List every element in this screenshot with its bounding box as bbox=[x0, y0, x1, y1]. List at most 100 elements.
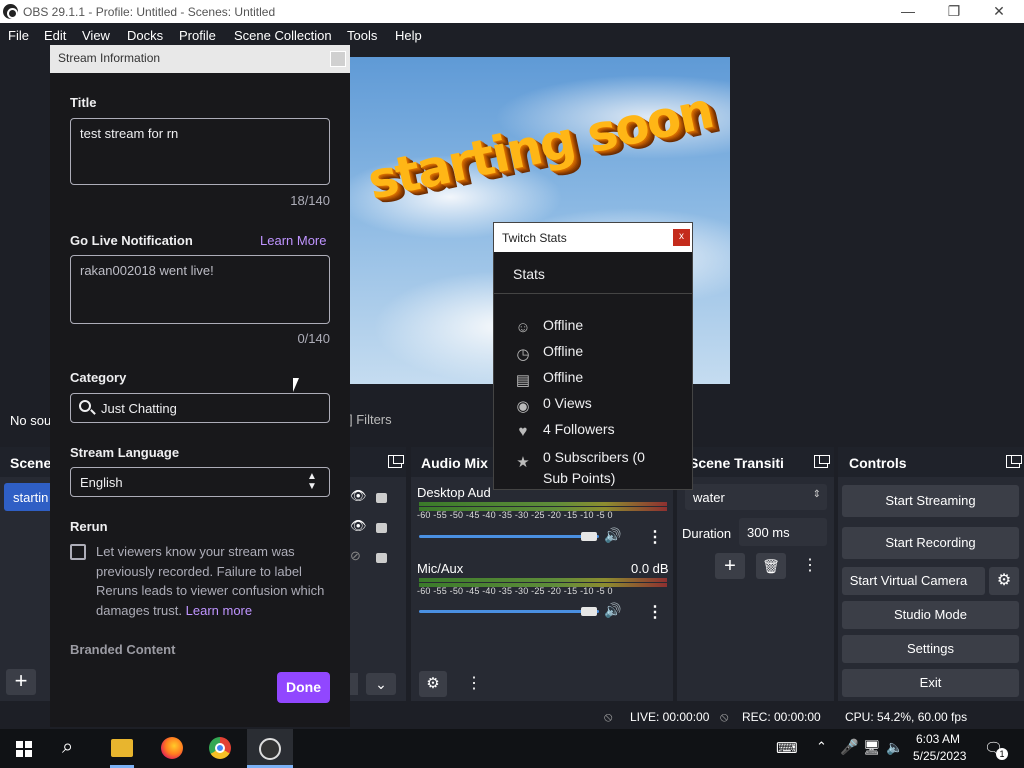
minimize-button[interactable]: — bbox=[885, 0, 931, 23]
title-input[interactable]: test stream for rn bbox=[70, 118, 330, 185]
gear-icon[interactable]: ⚙ bbox=[419, 671, 447, 697]
more-options-icon[interactable]: ⋮ bbox=[797, 553, 823, 579]
live-icon: ⦸ bbox=[604, 709, 613, 724]
stream-info-header: Stream Information bbox=[50, 45, 350, 73]
firefox-icon[interactable] bbox=[161, 737, 183, 759]
menu-help[interactable]: Help bbox=[395, 28, 422, 43]
filters-button[interactable]: ] Filters bbox=[349, 412, 392, 427]
rerun-learn-more-link[interactable]: Learn more bbox=[186, 603, 252, 618]
transition-value: water bbox=[693, 490, 725, 505]
speaker-icon[interactable]: 🔊 bbox=[604, 602, 621, 619]
go-live-notification-label: Go Live Notification bbox=[70, 233, 193, 248]
add-scene-button[interactable]: + bbox=[6, 669, 36, 695]
rerun-checkbox[interactable] bbox=[70, 544, 86, 560]
stream-language-value: English bbox=[80, 475, 123, 490]
menu-scene-collection[interactable]: Scene Collection bbox=[234, 28, 332, 43]
menu-profile[interactable]: Profile bbox=[179, 28, 216, 43]
start-streaming-button[interactable]: Start Streaming bbox=[842, 485, 1019, 517]
volume-icon[interactable]: 🔈 bbox=[886, 739, 903, 756]
meter-scale: -60 -55 -50 -45 -40 -35 -30 -25 -20 -15 … bbox=[417, 586, 613, 596]
volume-meter bbox=[419, 502, 667, 506]
search-icon[interactable]: ⌕ bbox=[62, 736, 73, 759]
chrome-icon[interactable] bbox=[209, 737, 231, 759]
float-icon[interactable] bbox=[1006, 454, 1022, 468]
close-button[interactable]: ✕ bbox=[976, 0, 1022, 23]
transition-select[interactable]: water ⇕ bbox=[685, 484, 827, 510]
menu-edit[interactable]: Edit bbox=[44, 28, 66, 43]
float-icon[interactable] bbox=[814, 454, 830, 468]
live-status: LIVE: 00:00:00 bbox=[630, 710, 710, 724]
stream-language-select[interactable]: English ▲ ▼ bbox=[70, 467, 330, 497]
go-live-notification-input[interactable]: rakan002018 went live! bbox=[70, 255, 330, 324]
audio-channel-db: 0.0 dB bbox=[631, 561, 669, 576]
add-transition-button[interactable]: + bbox=[715, 553, 745, 579]
windows-start-icon[interactable] bbox=[16, 741, 32, 757]
menu-bar: File Edit View Docks Profile Scene Colle… bbox=[0, 23, 1024, 46]
start-recording-button[interactable]: Start Recording bbox=[842, 527, 1019, 559]
scene-item-starting[interactable]: startin bbox=[4, 483, 50, 511]
more-options-icon[interactable]: ⋮ bbox=[461, 671, 487, 697]
branded-content-label: Branded Content bbox=[70, 642, 176, 657]
network-icon[interactable]: 🖥 bbox=[863, 739, 881, 756]
menu-view[interactable]: View bbox=[82, 28, 110, 43]
controls-title: Controls bbox=[838, 447, 1024, 477]
dock-float-button[interactable] bbox=[330, 51, 346, 67]
scene-transitions-dock: Scene Transiti water ⇕ Duration 300 ms +… bbox=[677, 447, 834, 701]
lock-icon[interactable] bbox=[376, 553, 387, 563]
window-title: OBS 29.1.1 - Profile: Untitled - Scenes:… bbox=[23, 5, 276, 19]
chevron-down-icon[interactable]: ⌄ bbox=[366, 673, 396, 695]
eye-icon[interactable]: 👁 bbox=[350, 518, 367, 534]
menu-tools[interactable]: Tools bbox=[347, 28, 377, 43]
obs-taskbar-item[interactable] bbox=[247, 729, 293, 768]
twitch-stats-window: Twitch Stats x Stats ☺ Offline ◷ Offline ▤… bbox=[493, 222, 693, 490]
mouse-cursor bbox=[293, 378, 299, 392]
category-search-input[interactable]: Just Chatting bbox=[70, 393, 330, 423]
menu-docks[interactable]: Docks bbox=[127, 28, 163, 43]
settings-button[interactable]: Settings bbox=[842, 635, 1019, 663]
volume-slider[interactable] bbox=[419, 535, 599, 538]
stream-info-title: Stream Information bbox=[58, 51, 161, 65]
clock-date[interactable]: 5/25/2023 bbox=[913, 749, 966, 763]
eye-icon: ◉ bbox=[516, 398, 530, 415]
obs-logo-icon bbox=[3, 4, 18, 19]
studio-mode-button[interactable]: Studio Mode bbox=[842, 601, 1019, 629]
gear-icon[interactable]: ⚙ bbox=[989, 567, 1019, 595]
duration-stepper[interactable]: 300 ms bbox=[739, 518, 827, 546]
chevron-up-icon[interactable]: ⌃ bbox=[816, 739, 827, 755]
notification-char-count: 0/140 bbox=[297, 331, 330, 346]
duration-label: Duration bbox=[682, 526, 732, 541]
rerun-description: Let viewers know your stream was previou… bbox=[96, 542, 332, 620]
eye-hidden-icon[interactable]: ⊘ bbox=[350, 548, 361, 564]
volume-slider[interactable] bbox=[419, 610, 599, 613]
file-explorer-icon[interactable] bbox=[111, 739, 133, 757]
speaker-icon[interactable]: 🔊 bbox=[604, 527, 621, 544]
maximize-button[interactable]: ❐ bbox=[931, 0, 977, 23]
sources-toolbar-edge bbox=[350, 673, 358, 695]
volume-slider-handle[interactable] bbox=[581, 532, 597, 541]
exit-button[interactable]: Exit bbox=[842, 669, 1019, 697]
clapper-icon: ▤ bbox=[515, 372, 531, 389]
sources-dock: 👁 👁 ⊘ ⌄ bbox=[350, 447, 406, 701]
volume-slider-handle[interactable] bbox=[581, 607, 597, 616]
cpu-status: CPU: 54.2%, 60.00 fps bbox=[845, 710, 968, 724]
learn-more-link[interactable]: Learn More bbox=[260, 233, 326, 248]
category-value: Just Chatting bbox=[101, 401, 177, 416]
done-button[interactable]: Done bbox=[277, 672, 330, 703]
updown-icon: ⇕ bbox=[812, 489, 821, 500]
keyboard-icon[interactable]: ⌨ bbox=[776, 739, 798, 757]
microphone-icon[interactable]: 🎤 bbox=[840, 738, 859, 756]
start-virtual-camera-button[interactable]: Start Virtual Camera bbox=[842, 567, 985, 595]
sources-header bbox=[350, 447, 406, 477]
more-options-icon[interactable]: ⋮ bbox=[647, 527, 663, 547]
close-icon[interactable]: x bbox=[673, 229, 690, 246]
lock-icon[interactable] bbox=[376, 523, 387, 533]
menu-file[interactable]: File bbox=[8, 28, 29, 43]
star-icon: ★ bbox=[516, 454, 530, 471]
float-icon[interactable] bbox=[388, 454, 404, 468]
trash-icon[interactable]: 🗑 bbox=[756, 553, 786, 579]
stream-information-window: Stream Information Title test stream for… bbox=[50, 45, 350, 727]
lock-icon[interactable] bbox=[376, 493, 387, 503]
eye-icon[interactable]: 👁 bbox=[350, 488, 367, 504]
more-options-icon[interactable]: ⋮ bbox=[647, 602, 663, 622]
clock-time[interactable]: 6:03 AM bbox=[916, 732, 960, 746]
